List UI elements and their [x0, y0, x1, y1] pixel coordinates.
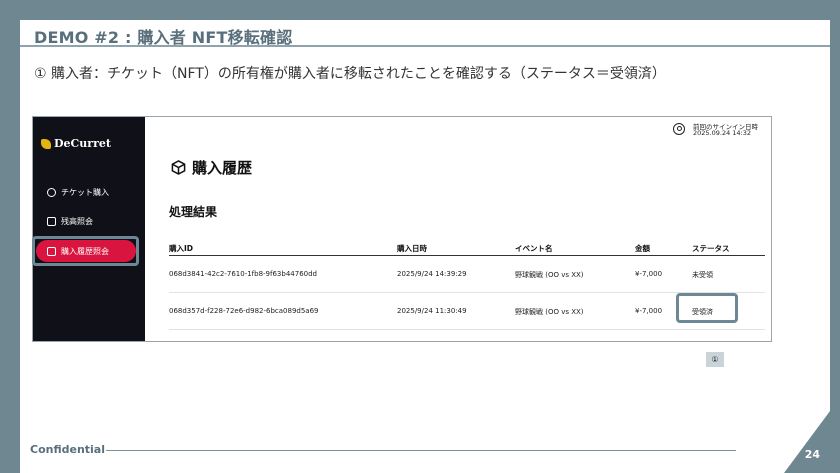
app-logo[interactable]: DeCurret: [41, 137, 111, 150]
title-divider: [20, 45, 830, 47]
slide: DEMO #2 : 購入者 NFT移転確認 ① 購入者：チケット（NFT）の所有…: [20, 20, 830, 473]
column-header-amount: 金額: [635, 244, 650, 253]
footer-label: Confidential: [30, 443, 106, 456]
highlight-box-sidebar: [32, 236, 139, 266]
last-login-value: 2025.09.24 14:32: [693, 129, 752, 137]
page-title: 購入履歴: [171, 157, 252, 178]
main-content: 前回のサインイン日時 2025.09.24 14:32 購入履歴 処理結果 購入…: [145, 117, 771, 341]
logo-mark-icon: [41, 138, 51, 149]
app-screenshot: DeCurret チケット購入 残高照会 購入履歴照会 前回のサインイン日時 2…: [32, 116, 772, 342]
sidebar-item-label: チケット購入: [61, 188, 109, 197]
sidebar-item-balance[interactable]: 残高照会: [47, 216, 93, 227]
cell-purchase-date: 2025/9/24 11:30:49: [397, 307, 467, 315]
sidebar-item-ticket-purchase[interactable]: チケット購入: [47, 187, 109, 198]
cell-status: 未受領: [692, 271, 713, 279]
cell-event-name: 野球観戦 (OO vs XX): [515, 271, 584, 279]
logo-text: DeCurret: [54, 137, 111, 150]
slide-subtitle: ① 購入者：チケット（NFT）の所有権が購入者に移転されたことを確認する（ステー…: [34, 66, 666, 82]
table-header-divider: [169, 255, 765, 256]
cell-event-name: 野球観戦 (OO vs XX): [515, 308, 584, 316]
page-corner-decoration: [784, 411, 830, 473]
page-title-text: 購入履歴: [192, 159, 253, 177]
wallet-icon: [47, 217, 56, 226]
user-icon[interactable]: [673, 123, 685, 135]
sidebar: DeCurret チケット購入 残高照会 購入履歴照会: [32, 117, 145, 341]
cell-amount: ¥-7,000: [635, 270, 663, 278]
cube-icon: [171, 160, 186, 175]
section-title: 処理結果: [169, 205, 218, 219]
column-header-purchase-id: 購入ID: [169, 244, 194, 253]
cell-purchase-id: 068d357d-f228-72e6-d982-6bca089d5a69: [169, 307, 319, 315]
sidebar-item-label: 残高照会: [61, 217, 93, 226]
row-divider: [169, 292, 765, 293]
column-header-purchase-date: 購入日時: [397, 244, 427, 253]
column-header-event-name: イベント名: [515, 244, 553, 253]
cell-amount: ¥-7,000: [635, 307, 663, 315]
cell-purchase-id: 068d3841-42c2-7610-1fb8-9f63b44760dd: [169, 270, 317, 278]
column-header-status: ステータス: [692, 244, 730, 253]
annotation-marker: ①: [706, 352, 724, 367]
page-number: 24: [804, 448, 820, 461]
cell-purchase-date: 2025/9/24 14:39:29: [397, 270, 467, 278]
highlight-box-status: [676, 293, 738, 323]
row-divider: [169, 329, 765, 330]
footer-divider: [106, 450, 736, 451]
cube-icon: [47, 188, 56, 197]
